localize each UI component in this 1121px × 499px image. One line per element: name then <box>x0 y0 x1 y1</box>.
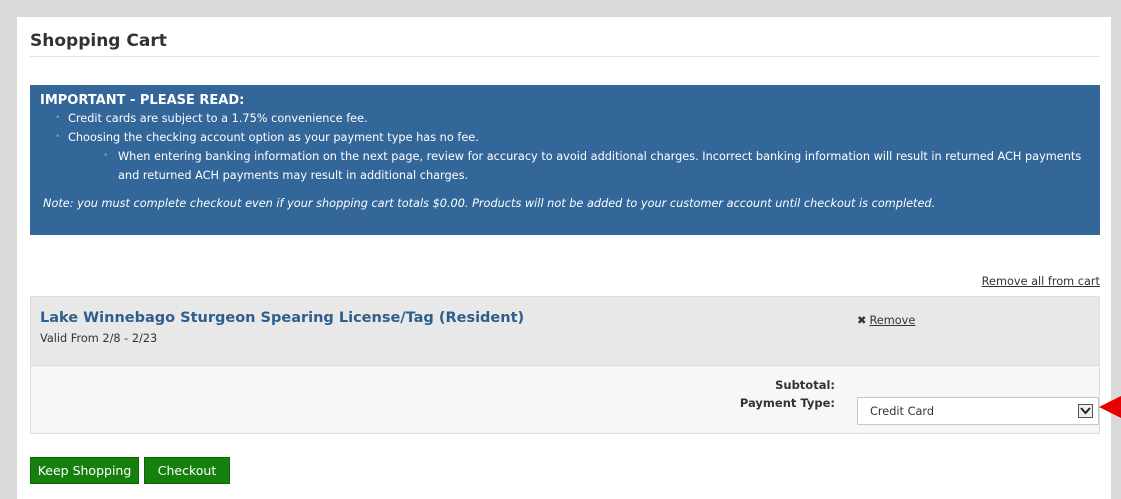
title-divider <box>30 56 1100 57</box>
notice-heading: IMPORTANT - PLEASE READ: <box>40 93 245 108</box>
chevron-down-icon[interactable] <box>1078 404 1093 418</box>
subtotal-label: Subtotal: <box>775 378 835 392</box>
red-pointer-arrow-icon <box>1099 396 1121 418</box>
page-title: Shopping Cart <box>30 31 167 51</box>
notice-note: Note: you must complete checkout even if… <box>43 197 936 210</box>
payment-type-label: Payment Type: <box>739 396 835 410</box>
item-name-link[interactable]: Lake Winnebago Sturgeon Spearing License… <box>40 310 524 326</box>
notice-bullet: Choosing the checking account option as … <box>40 128 1090 147</box>
item-valid-dates: Valid From 2/8 - 2/23 <box>40 332 158 345</box>
payment-type-value: Credit Card <box>870 405 934 418</box>
remove-item-button[interactable]: ✖ Remove <box>857 314 915 327</box>
shopping-cart-panel: Shopping Cart IMPORTANT - PLEASE READ: C… <box>17 17 1111 499</box>
cart-item-row: Lake Winnebago Sturgeon Spearing License… <box>30 296 1100 366</box>
remove-all-link[interactable]: Remove all from cart <box>982 275 1100 288</box>
important-notice: IMPORTANT - PLEASE READ: Credit cards ar… <box>30 85 1100 235</box>
notice-bullet: Credit cards are subject to a 1.75% conv… <box>40 109 1090 128</box>
keep-shopping-button[interactable]: Keep Shopping <box>30 457 139 484</box>
payment-type-select[interactable]: Credit Card <box>857 397 1099 425</box>
remove-label: Remove <box>869 314 916 327</box>
notice-sub-bullet: When entering banking information on the… <box>40 147 1090 185</box>
cart-totals-row: Subtotal: Payment Type: Credit Card <box>30 366 1100 434</box>
notice-list: Credit cards are subject to a 1.75% conv… <box>40 109 1090 185</box>
x-icon: ✖ <box>857 314 867 327</box>
checkout-button[interactable]: Checkout <box>144 457 230 484</box>
